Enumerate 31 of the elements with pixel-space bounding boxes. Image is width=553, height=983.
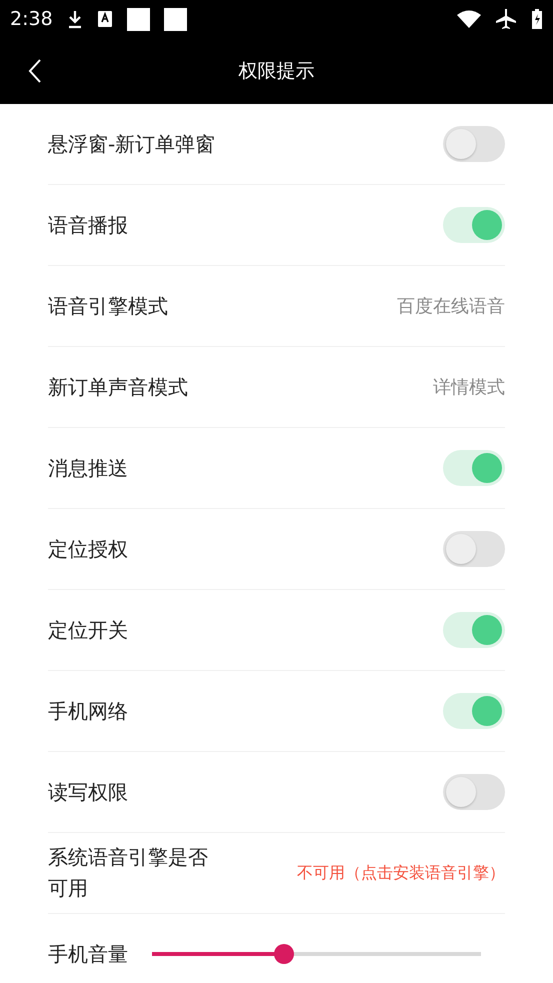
toggle-switch[interactable] [443,207,505,243]
toggle-switch[interactable] [443,693,505,729]
setting-label: 系统语音引擎是否可用 [48,844,209,902]
airplane-icon [495,8,517,30]
download-icon [66,9,83,29]
setting-label: 定位授权 [48,536,128,562]
install-link[interactable]: 不可用（点击安装语音引擎） [297,862,505,884]
toggle-switch[interactable] [443,126,505,162]
notification-icon [164,8,187,30]
setting-label: 读写权限 [48,778,128,806]
back-icon[interactable] [28,59,42,83]
toggle-switch[interactable] [443,450,505,486]
setting-label: 定位开关 [48,616,128,644]
status-time: 2:38 [10,8,53,30]
setting-label: 悬浮窗-新订单弹窗 [48,130,216,158]
setting-label: 手机网络 [48,698,128,724]
battery-icon [531,8,543,30]
setting-value[interactable]: 详情模式 [433,375,505,399]
setting-label: 新订单声音模式 [48,374,188,400]
setting-label: 手机音量 [48,940,128,968]
page-title: 权限提示 [238,59,314,84]
toggle-switch[interactable] [443,774,505,810]
notification-icon [126,8,150,30]
wifi-icon [457,10,481,28]
setting-value[interactable]: 百度在线语音 [397,294,505,318]
setting-label: 消息推送 [48,454,128,482]
toggle-switch[interactable] [443,612,505,648]
toggle-switch[interactable] [443,531,505,567]
setting-label: 语音引擎模式 [48,292,168,320]
setting-label: 语音播报 [48,212,128,238]
font-icon [96,10,113,28]
